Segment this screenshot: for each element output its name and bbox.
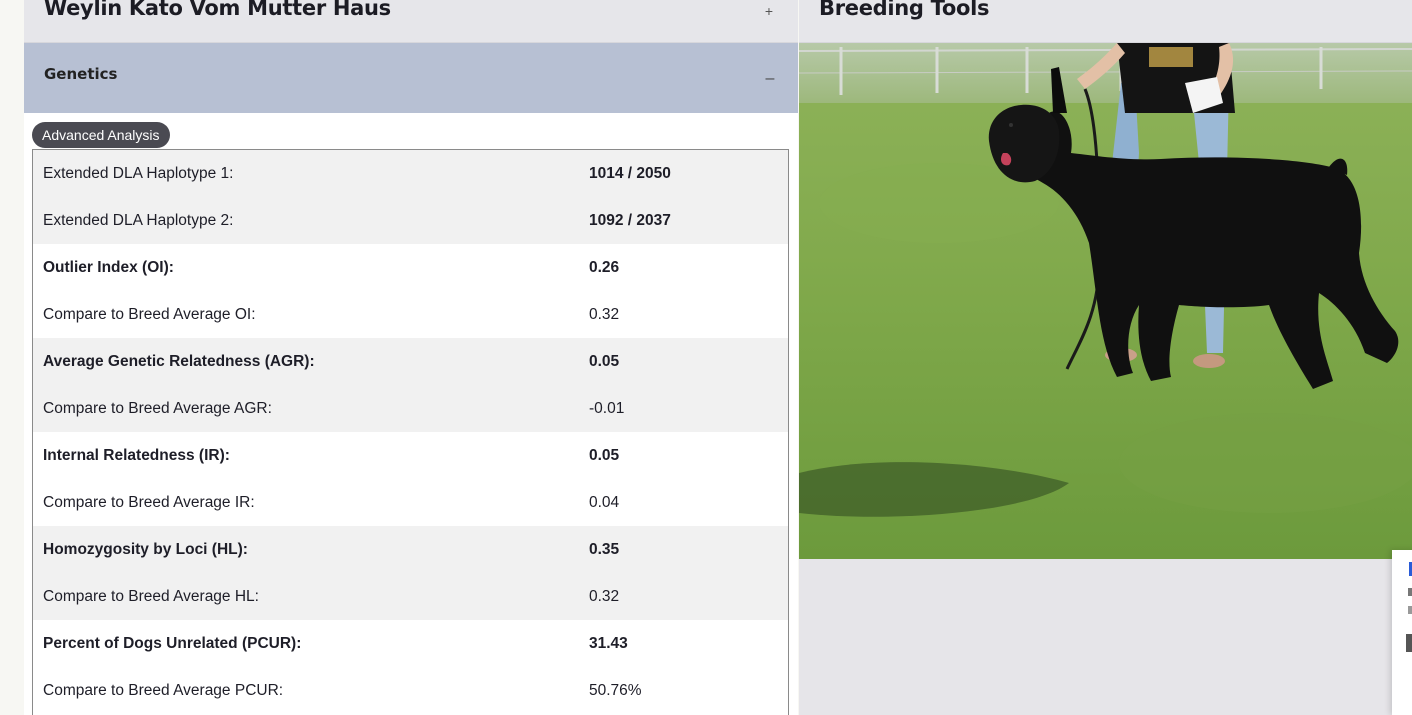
row-label: Compare to Breed Average IR: <box>43 494 255 511</box>
row-value: -0.01 <box>589 400 625 417</box>
row-value: 0.32 <box>589 588 620 605</box>
dog-photo <box>799 43 1412 559</box>
row-label: Extended DLA Haplotype 1: <box>43 165 234 182</box>
row-value: 0.35 <box>589 541 620 558</box>
row-label: Extended DLA Haplotype 2: <box>43 212 234 229</box>
popup-text-mark <box>1408 588 1412 596</box>
row-value: 0.05 <box>589 353 620 370</box>
table-row: Homozygosity by Loci (HL): 0.35 <box>33 526 788 573</box>
breeding-tools-header[interactable]: Breeding Tools <box>799 0 1412 43</box>
row-label: Internal Relatedness (IR): <box>43 447 230 464</box>
table-row: Compare to Breed Average OI: 0.32 <box>33 291 788 338</box>
breeding-tools-title: Breeding Tools <box>819 0 990 20</box>
table-row: Internal Relatedness (IR): 0.05 <box>33 432 788 479</box>
expand-plus-icon[interactable]: + <box>762 2 776 20</box>
row-label: Average Genetic Relatedness (AGR): <box>43 353 315 370</box>
popup-text-mark <box>1408 606 1412 614</box>
table-row: Extended DLA Haplotype 1: 1014 / 2050 <box>33 150 788 197</box>
row-value: 50.76% <box>589 682 642 699</box>
row-value: 31.43 <box>589 635 628 652</box>
row-value: 0.26 <box>589 259 620 276</box>
table-row: Extended DLA Haplotype 2: 1092 / 2037 <box>33 197 788 244</box>
row-value: 0.32 <box>589 306 620 323</box>
table-row: Compare to Breed Average AGR: -0.01 <box>33 385 788 432</box>
genetics-table: Extended DLA Haplotype 1: 1014 / 2050 Ex… <box>32 149 789 715</box>
popup-icon <box>1406 634 1412 652</box>
table-row: Percent of Dogs Unrelated (PCUR): 31.43 <box>33 620 788 667</box>
row-value: 0.05 <box>589 447 620 464</box>
table-row: Outlier Index (OI): 0.26 <box>33 244 788 291</box>
row-label: Compare to Breed Average HL: <box>43 588 259 605</box>
table-row: Compare to Breed Average IR: 0.04 <box>33 479 788 526</box>
row-label: Outlier Index (OI): <box>43 259 174 276</box>
collapse-minus-icon[interactable]: – <box>762 69 778 89</box>
table-row: Compare to Breed Average PCUR: 50.76% <box>33 667 788 714</box>
genetics-section-header[interactable]: Genetics – <box>24 43 798 113</box>
dog-photo-illustration <box>799 43 1412 559</box>
row-value: 0.04 <box>589 494 620 511</box>
row-label: Percent of Dogs Unrelated (PCUR): <box>43 635 302 652</box>
row-label: Compare to Breed Average OI: <box>43 306 256 323</box>
genetics-section-label: Genetics <box>44 65 118 83</box>
advanced-analysis-button[interactable]: Advanced Analysis <box>32 122 170 148</box>
row-value: 1092 / 2037 <box>589 212 671 229</box>
side-popup-panel[interactable] <box>1392 550 1412 715</box>
breeding-tools-panel: Breeding Tools <box>799 0 1412 715</box>
row-label: Compare to Breed Average PCUR: <box>43 682 284 699</box>
dog-name-header[interactable]: Weylin Kato Vom Mutter Haus + <box>24 0 798 43</box>
row-value: 1014 / 2050 <box>589 165 671 182</box>
genetics-panel: Weylin Kato Vom Mutter Haus + Genetics –… <box>24 0 798 715</box>
table-row: Compare to Breed Average HL: 0.32 <box>33 573 788 620</box>
dog-name-title: Weylin Kato Vom Mutter Haus <box>44 0 391 20</box>
table-row: Average Genetic Relatedness (AGR): 0.05 <box>33 338 788 385</box>
row-label: Compare to Breed Average AGR: <box>43 400 272 417</box>
row-label: Homozygosity by Loci (HL): <box>43 541 248 558</box>
